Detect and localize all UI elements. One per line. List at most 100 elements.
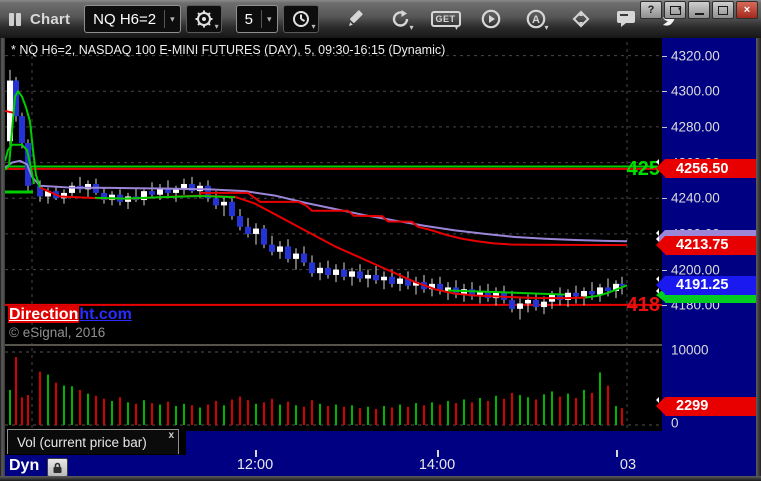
interval-combo-value: 5 [244, 10, 253, 28]
volume-bar [143, 400, 145, 425]
price-flag: 4256.50 [656, 159, 756, 179]
titlebar[interactable]: Chart NQ H6=2 ▾ ▾ 5 ▾ ▾ ▾ GET ▾ A ▾ ? ▾ … [0, 0, 761, 40]
candlestick-chart [4, 42, 662, 344]
volume-bar [359, 408, 361, 425]
volume-bar [55, 382, 57, 425]
ma-line-green-mid-1 [94, 194, 236, 200]
price-flag-arrow [656, 396, 665, 415]
volume-bar [559, 396, 561, 425]
lock-button[interactable] [47, 458, 68, 477]
candle-body [221, 201, 227, 206]
chevron-down-icon[interactable]: ▾ [262, 14, 277, 25]
dyn-interval-label: Dyn [9, 457, 40, 474]
minimize-button[interactable] [688, 1, 710, 19]
maximize-button[interactable] [712, 1, 734, 19]
volume-bar [471, 402, 473, 425]
candle-body [317, 267, 323, 274]
candle-body [333, 269, 339, 275]
volume-bar [167, 401, 169, 425]
volume-bar [9, 389, 11, 425]
volume-bar [567, 393, 569, 425]
chevron-down-icon: ▾ [544, 23, 549, 32]
volume-bar [295, 405, 297, 425]
watermark-link[interactable]: Directionht.com [8, 306, 132, 324]
play-icon[interactable] [480, 8, 502, 30]
candle-body [173, 189, 179, 193]
volume-bar [255, 403, 257, 425]
comment-bubble-icon[interactable] [615, 8, 637, 30]
volume-bar [27, 395, 29, 425]
candle-body [229, 201, 235, 217]
price-axis-label: 4280.00 [671, 119, 720, 135]
volume-bar [207, 404, 209, 425]
close-button[interactable]: × [736, 1, 758, 19]
volume-pane[interactable] [5, 344, 662, 431]
volume-bar [351, 405, 353, 425]
chevron-down-icon: ▾ [214, 22, 219, 31]
volume-bar [191, 405, 193, 425]
volume-bar [271, 398, 273, 425]
tab-close-icon[interactable]: x [168, 430, 174, 441]
interval-combo[interactable]: 5 ▾ [235, 5, 278, 33]
volume-bar [263, 402, 265, 425]
volume-bar [383, 406, 385, 425]
reload-icon[interactable]: ▾ [390, 8, 414, 32]
price-axis-tick [662, 305, 667, 307]
volume-bar [583, 389, 585, 425]
candle-body [341, 269, 347, 277]
volume-bar [519, 395, 521, 425]
price-axis-label: 4300.00 [671, 83, 720, 99]
draw-pencil-icon[interactable] [345, 8, 367, 30]
price-pane[interactable]: * NQ H6=2, NASDAQ 100 E-MINI FUTURES (DA… [4, 38, 662, 344]
price-flag-arrow [656, 235, 665, 254]
volume-bar [239, 396, 241, 425]
get-data-icon[interactable]: GET ▾ [430, 8, 461, 32]
ma-line-slow-purple [4, 159, 628, 243]
symbol-combo-value: NQ H6=2 [93, 10, 157, 28]
candle-body [213, 198, 219, 206]
app-icon [9, 12, 21, 26]
volume-bar [399, 404, 401, 425]
candle-body [261, 228, 267, 245]
chevron-down-icon[interactable]: ▾ [165, 14, 180, 25]
volume-bar [303, 406, 305, 425]
volume-bar [375, 408, 377, 425]
volume-bar [119, 397, 121, 425]
candle-body [285, 246, 291, 259]
watermark-highlight: Direction [8, 306, 80, 323]
time-axis-tick [616, 450, 618, 457]
volume-bar [319, 403, 321, 425]
symbol-combo[interactable]: NQ H6=2 ▾ [84, 5, 181, 33]
candle-body [253, 228, 259, 234]
volume-axis-label: 0 [671, 415, 679, 431]
volume-bar [215, 400, 217, 425]
volume-bar [487, 400, 489, 425]
lower-line-label: 418 [626, 294, 660, 316]
candle-body [605, 287, 611, 291]
volume-bar [511, 392, 513, 425]
volume-bar [527, 397, 529, 425]
volume-bar [127, 402, 129, 425]
symbol-settings-button[interactable]: ▾ [185, 5, 222, 33]
volume-bar [455, 403, 457, 425]
tab-volume-study[interactable]: Vol (current price bar) x [7, 429, 179, 454]
volume-bar [311, 400, 313, 425]
time-axis[interactable]: Vol (current price bar) x Dyn 12:00 14:00… [5, 429, 662, 477]
restore-button[interactable] [664, 1, 686, 19]
lock-icon [53, 462, 62, 473]
candle-body [325, 267, 331, 275]
price-axis[interactable]: 4320.004300.004280.004260.004240.004220.… [656, 38, 756, 476]
volume-bar [535, 399, 537, 425]
volume-bar [103, 398, 105, 425]
auto-replay-icon[interactable]: A ▾ [525, 8, 549, 32]
volume-bar [591, 392, 593, 425]
volume-bar [423, 405, 425, 425]
help-button[interactable]: ? [640, 1, 662, 19]
volume-bar [463, 399, 465, 425]
price-flag-arrow [656, 275, 665, 294]
window-title: Chart [30, 10, 71, 28]
navigate-icon[interactable] [570, 8, 592, 30]
time-interval-button[interactable]: ▾ [282, 5, 319, 33]
candle-body [149, 191, 155, 195]
volume-bar [447, 400, 449, 425]
